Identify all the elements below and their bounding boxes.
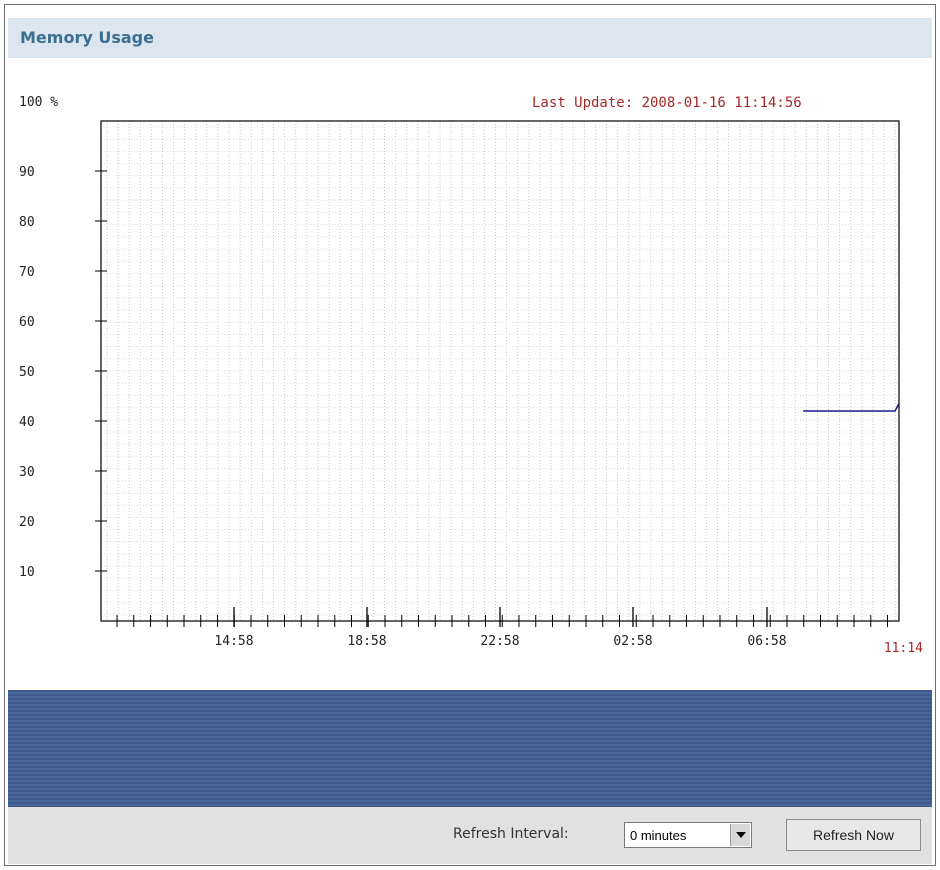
y-tick-label: 60 [19, 315, 35, 330]
x-end-label: 11:14 [884, 641, 923, 656]
y-tick-label: 10 [19, 565, 35, 580]
y-tick-label: 20 [19, 515, 35, 530]
memory-chart: 90 80 70 60 50 40 30 20 10 14:58 18:58 22:58 02:58 0… [19, 120, 923, 656]
header-band [8, 690, 932, 807]
refresh-interval-value: 0 minutes [630, 828, 687, 843]
y-tick-label: 90 [19, 165, 35, 180]
y-tick-label: 50 [19, 365, 35, 380]
y-tick-label: 40 [19, 415, 35, 430]
x-tick-label: 22:58 [480, 634, 519, 649]
x-tick-label: 14:58 [214, 634, 253, 649]
x-tick-label: 06:58 [747, 634, 786, 649]
chart-ticks [95, 170, 888, 627]
refresh-interval-select[interactable]: 0 minutes [624, 822, 752, 848]
y-axis-labels: 90 80 70 60 50 40 30 20 10 [19, 165, 35, 580]
x-axis-labels: 14:58 18:58 22:58 02:58 06:58 11:14 [214, 634, 923, 656]
chart-grid [101, 121, 899, 621]
x-tick-label: 18:58 [347, 634, 386, 649]
y-tick-label: 30 [19, 465, 35, 480]
chevron-down-icon[interactable] [730, 824, 750, 846]
refresh-now-button[interactable]: Refresh Now [786, 819, 921, 851]
refresh-interval-label: Refresh Interval: [453, 826, 569, 842]
y-tick-label: 80 [19, 215, 35, 230]
y-tick-label: 70 [19, 265, 35, 280]
x-tick-label: 02:58 [613, 634, 652, 649]
